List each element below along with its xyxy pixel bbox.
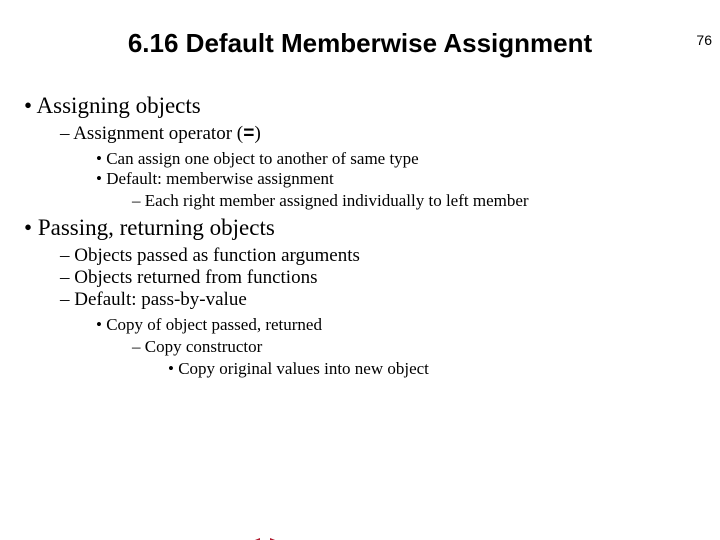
text-prefix: Assignment operator (: [73, 123, 243, 144]
bullet-copy-of-object: Copy of object passed, returned: [96, 315, 322, 334]
bullet-default-memberwise: Default: memberwise assignment: [96, 169, 334, 188]
text-suffix: ): [255, 123, 261, 144]
operator-equals: =: [243, 123, 254, 145]
prev-slide-button[interactable]: [240, 536, 262, 540]
bullet-assigning-objects: Assigning objects: [24, 93, 201, 118]
bullet-copy-constructor: Copy constructor: [132, 337, 262, 356]
bullet-default-passbyvalue: Default: pass-by-value: [60, 289, 247, 310]
slide-body: Assigning objects Assignment operator (=…: [0, 93, 720, 379]
bullet-can-assign: Can assign one object to another of same…: [96, 149, 419, 168]
slide-title: 6.16 Default Memberwise Assignment: [0, 28, 720, 59]
page-number: 76: [696, 32, 712, 48]
bullet-passed-as-args: Objects passed as function arguments: [60, 245, 360, 266]
bullet-copy-original-values: Copy original values into new object: [168, 359, 429, 378]
next-slide-button[interactable]: [268, 536, 290, 540]
bullet-assignment-operator: Assignment operator (=): [60, 123, 261, 144]
footer: © 2003 Prentice Hall, Inc. All rights re…: [16, 536, 290, 540]
bullet-passing-returning: Passing, returning objects: [24, 215, 275, 240]
bullet-each-right-member: Each right member assigned individually …: [132, 191, 529, 210]
bullet-returned-from-funcs: Objects returned from functions: [60, 267, 317, 288]
